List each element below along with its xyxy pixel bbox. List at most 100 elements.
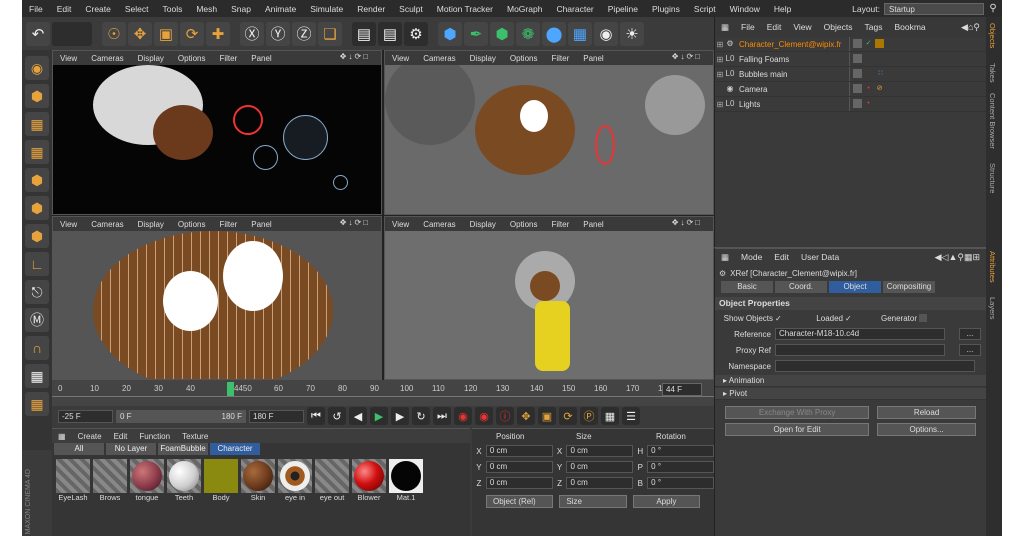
menu-item[interactable]: MoGraph	[500, 4, 549, 14]
material-menu-item[interactable]: Edit	[108, 432, 134, 441]
viewport-menu-item[interactable]: Filter	[212, 54, 244, 63]
render-picture-viewer-icon[interactable]: ▤	[378, 21, 402, 46]
current-frame-field[interactable]: 44 F	[662, 383, 702, 396]
show-objects-checkbox[interactable]: ✓	[775, 314, 805, 323]
viewport-menu-item[interactable]: Filter	[212, 220, 244, 229]
menu-item[interactable]: Pipeline	[601, 4, 645, 14]
solo-icon[interactable]: Ⓜ	[25, 308, 49, 332]
move-icon[interactable]: ✥	[128, 21, 152, 46]
size-field[interactable]: 0 cm	[566, 461, 634, 473]
expand-icon[interactable]: ⊞	[715, 100, 725, 109]
object-menu-item[interactable]: View	[787, 22, 817, 32]
material-item[interactable]: Blower	[352, 459, 386, 505]
viewport-top[interactable]: View Cameras Display Options Filter Pane…	[384, 50, 714, 215]
material-item[interactable]: Body	[204, 459, 238, 505]
tab-object[interactable]: Object	[829, 281, 881, 293]
menu-item[interactable]: Sculpt	[392, 4, 430, 14]
viewport-nav-icons[interactable]: ✥↓⟳□	[333, 52, 377, 61]
protection-tag-icon[interactable]: ⊘	[875, 84, 884, 93]
material-item[interactable]: Brows	[93, 459, 127, 505]
menu-item[interactable]: Animate	[258, 4, 303, 14]
rotation-field[interactable]: 0 °	[647, 477, 715, 489]
viewport-menu-item[interactable]: View	[53, 54, 84, 63]
timeline[interactable]: 0 10 20 30 40 4450 60 70 80 90 100 110 1…	[52, 380, 714, 406]
filter-tab[interactable]: FoamBubble	[158, 443, 208, 455]
expand-icon[interactable]: ⊞	[715, 40, 725, 49]
material-item[interactable]: tongue	[130, 459, 164, 505]
tab-coord[interactable]: Coord.	[775, 281, 827, 293]
menu-item[interactable]: Window	[723, 4, 767, 14]
light-icon[interactable]: ☀	[620, 21, 644, 46]
viewport-nav-icons[interactable]: ✥↓⟳□	[333, 218, 377, 227]
live-select-icon[interactable]: ☉	[102, 21, 126, 46]
group-animation[interactable]: ▸ Animation	[715, 375, 986, 387]
texture-mode-icon[interactable]: ▦	[25, 112, 49, 136]
object-row[interactable]: ⊞ ⚙ Character_Clement@wipix.fr ✓	[715, 37, 986, 52]
rotation-field[interactable]: 0 °	[647, 445, 715, 457]
menu-item[interactable]: Character	[549, 4, 600, 14]
points-mode-icon[interactable]: ⬢	[25, 168, 49, 192]
position-field[interactable]: 0 cm	[485, 477, 553, 489]
viewport-menu-item[interactable]: Display	[463, 54, 503, 63]
reference-field[interactable]: Character-M18-10.c4d	[775, 328, 945, 340]
search-icon[interactable]: ⚲	[984, 3, 1002, 14]
axis-mode-icon[interactable]: ∟	[25, 252, 49, 276]
goto-end-icon[interactable]: ⏭	[433, 407, 451, 425]
material-item[interactable]: EyeLash	[56, 459, 90, 505]
menu-item[interactable]: Mesh	[189, 4, 224, 14]
size-field[interactable]: 0 cm	[566, 445, 634, 457]
viewport-menu-item[interactable]: Panel	[576, 220, 610, 229]
viewport-menu-item[interactable]: View	[385, 54, 416, 63]
viewport-menu-item[interactable]: View	[385, 220, 416, 229]
group-pivot[interactable]: ▸ Pivot	[715, 388, 986, 400]
viewport-menu-item[interactable]: Options	[503, 220, 545, 229]
menu-item[interactable]: Render	[350, 4, 392, 14]
menu-item[interactable]: File	[22, 4, 50, 14]
position-field[interactable]: 0 cm	[485, 445, 553, 457]
visibility-icon[interactable]	[853, 84, 862, 93]
prev-key-icon[interactable]: ↺	[328, 407, 346, 425]
coordinate-system-icon[interactable]: ❏	[318, 21, 342, 46]
viewport-nav-icons[interactable]: ✥↓⟳□	[665, 52, 709, 61]
rotation-field[interactable]: 0 °	[647, 461, 715, 473]
menu-item[interactable]: Plugins	[645, 4, 687, 14]
object-menu-item[interactable]: Bookma	[888, 22, 931, 32]
viewport-front[interactable]: View Cameras Display Options Filter Pane…	[52, 216, 382, 380]
viewport-menu-item[interactable]: Cameras	[416, 54, 462, 63]
autokey-icon[interactable]: ◉	[475, 407, 493, 425]
object-row[interactable]: ◉ Camera • ⊘	[715, 82, 986, 97]
subdivision-icon[interactable]: ⬢	[490, 21, 514, 46]
proxy-field[interactable]	[775, 344, 945, 356]
mograph-icon[interactable]: ❁	[516, 21, 540, 46]
tab-content-browser[interactable]: Content Browser	[988, 93, 997, 149]
viewport-menu-item[interactable]: Cameras	[416, 220, 462, 229]
material-item[interactable]: Mat.1	[389, 459, 423, 505]
apply-button[interactable]: Apply	[632, 495, 700, 508]
generator-checkbox[interactable]	[919, 314, 927, 322]
visibility-icon[interactable]	[853, 39, 862, 48]
redo-icon[interactable]	[52, 21, 92, 46]
tab-compositing[interactable]: Compositing	[883, 281, 935, 293]
transform-icon[interactable]: ✚	[206, 21, 230, 46]
coord-mode-dropdown[interactable]: Object (Rel)	[486, 495, 554, 508]
menu-item[interactable]: Snap	[224, 4, 258, 14]
material-menu-item[interactable]: Function	[133, 432, 176, 441]
object-menu-item[interactable]: File	[735, 22, 761, 32]
viewport-menu-item[interactable]: Display	[131, 220, 171, 229]
tab-objects[interactable]: Objects	[988, 23, 997, 48]
viewport-right[interactable]: View Cameras Display Options Filter Pane…	[384, 216, 714, 380]
preview-range-slider[interactable]: 0 F 180 F	[116, 409, 246, 423]
goto-start-icon[interactable]: ⏮	[307, 407, 325, 425]
menu-item[interactable]: Tools	[156, 4, 190, 14]
reload-button[interactable]: Reload	[877, 406, 976, 419]
object-manager-nav-icons[interactable]: ◀⌂⚲	[955, 22, 986, 33]
tweak-mode-icon[interactable]: ⎋	[25, 280, 49, 304]
viewport-menu-item[interactable]: View	[53, 220, 84, 229]
visibility-icon[interactable]	[853, 54, 862, 63]
record-icon[interactable]: ◉	[454, 407, 472, 425]
x-axis-icon[interactable]: Ⓧ	[240, 21, 264, 46]
viewport-menu-item[interactable]: Options	[171, 54, 213, 63]
workplane-lock-icon[interactable]: ▦	[25, 392, 49, 416]
material-menu-item[interactable]: Texture	[176, 432, 214, 441]
viewport-menu-item[interactable]: Cameras	[84, 220, 130, 229]
